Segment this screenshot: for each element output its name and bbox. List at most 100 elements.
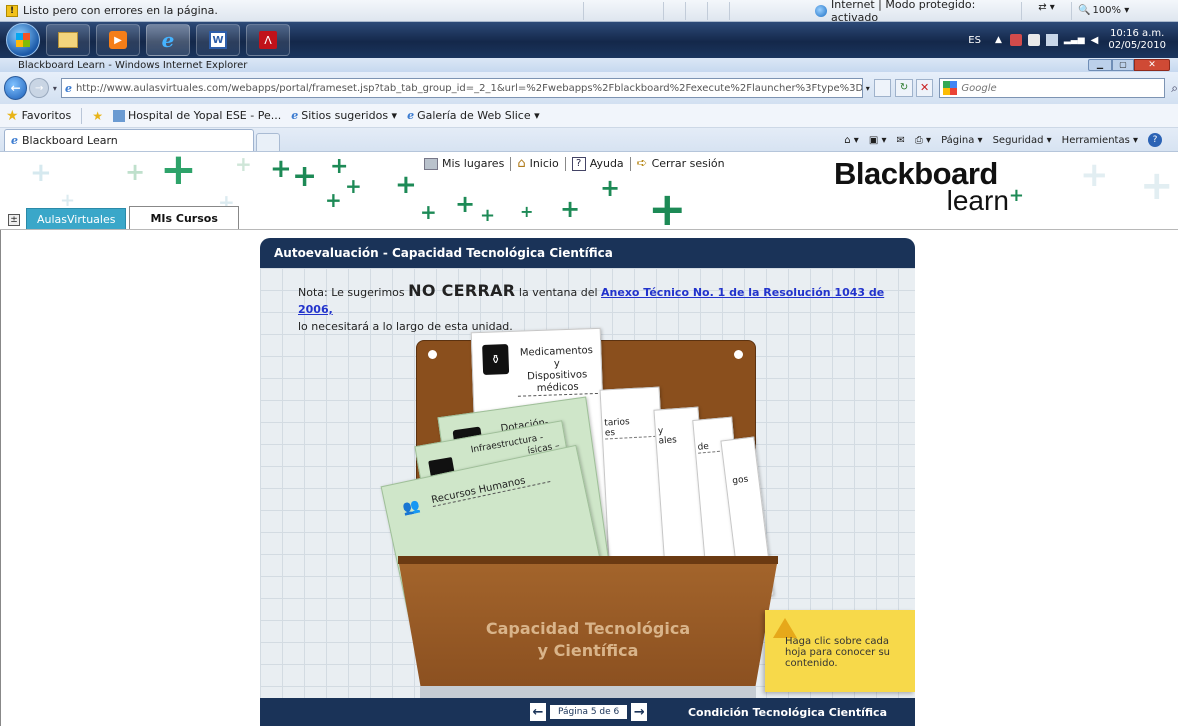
mail-icon[interactable]: ✉: [896, 135, 904, 146]
media-player-taskbar-button[interactable]: ▶: [96, 24, 140, 56]
network-tray-icon[interactable]: [1045, 34, 1058, 46]
home-link[interactable]: ⌂ Inicio: [517, 156, 558, 171]
status-bar: ! Listo pero con errores en la página. I…: [0, 0, 1178, 24]
forward-button[interactable]: →: [29, 78, 49, 98]
tab-aulasvirtuales[interactable]: AulasVirtuales: [26, 208, 127, 229]
help-link[interactable]: ? Ayuda: [571, 156, 624, 171]
command-bar: ⌂ ▾ ▣ ▾ ✉ ⎙ ▾ Página ▾ Seguridad ▾ Herra…: [844, 129, 1178, 151]
tip-text: Haga clic sobre cada hoja para conocer s…: [785, 636, 890, 669]
new-tab-button[interactable]: [256, 133, 280, 151]
search-icon[interactable]: ⌕: [1171, 81, 1178, 96]
favorite-label: Galería de Web Slice ▾: [417, 109, 540, 122]
maximize-button[interactable]: ▢: [1112, 59, 1134, 71]
status-message[interactable]: Listo pero con errores en la página.: [23, 4, 583, 17]
pin-left-icon: [428, 350, 437, 359]
tab-mis-cursos[interactable]: MIs Cursos: [129, 206, 239, 229]
ie-taskbar-button[interactable]: e: [146, 24, 190, 56]
window-title: Blackboard Learn - Windows Internet Expl…: [18, 59, 248, 71]
zoom-level: 100%: [1092, 5, 1122, 16]
windows-logo-icon: [16, 33, 30, 47]
show-hidden-icons-button[interactable]: ▲: [995, 35, 1002, 45]
decorative-plus-icon: +: [30, 158, 52, 188]
site-icon: [112, 109, 125, 122]
help-icon[interactable]: ?: [1148, 133, 1162, 147]
decorative-plus-icon: +: [235, 152, 252, 176]
link-label: Cerrar sesión: [651, 157, 725, 170]
security-zone[interactable]: Internet | Modo protegido: activado: [831, 0, 1021, 24]
clock[interactable]: 10:16 a.m. 02/05/2010: [1108, 28, 1166, 52]
course-tabs: ± AulasVirtuales MIs Cursos: [0, 206, 239, 229]
decorative-plus-icon: +: [648, 182, 687, 230]
security-menu[interactable]: Seguridad ▾: [993, 135, 1052, 146]
feeds-icon[interactable]: ▣ ▾: [869, 135, 887, 146]
zoom-control[interactable]: 🔍 100% ▾: [1071, 1, 1131, 20]
box-label-line2: y Científica: [537, 641, 639, 660]
my-places-link[interactable]: Mis lugares: [424, 157, 504, 170]
box-rim: [398, 556, 778, 564]
add-to-favorites-icon[interactable]: ★: [92, 109, 103, 123]
decorative-plus-icon: +: [420, 200, 437, 224]
favorite-link-suggested-sites[interactable]: e Sitios sugeridos ▾: [291, 109, 397, 122]
link-label: Ayuda: [589, 157, 624, 170]
action-center-flag-icon[interactable]: [1027, 34, 1040, 46]
explorer-taskbar-button[interactable]: [46, 24, 90, 56]
tip-note: Haga clic sobre cada hoja para conocer s…: [765, 610, 915, 692]
search-field[interactable]: [939, 78, 1166, 98]
stop-icon[interactable]: ✕: [915, 79, 934, 97]
logout-link[interactable]: ➪ Cerrar sesión: [637, 156, 725, 171]
decorative-plus-icon: +: [480, 205, 496, 226]
decorative-plus-icon: +: [520, 202, 534, 221]
expand-icon[interactable]: ±: [8, 214, 20, 226]
blackboard-logo: Blackboard learn+: [834, 158, 1034, 215]
print-icon[interactable]: ⎙ ▾: [915, 135, 931, 146]
warning-icon[interactable]: !: [6, 4, 18, 17]
sheet-label-line1: Medicamentos y: [519, 345, 594, 370]
favorite-link-web-slice[interactable]: e Galería de Web Slice ▾: [407, 109, 540, 122]
address-url: http://www.aulasvirtuales.com/webapps/po…: [75, 82, 863, 94]
favorite-label: Sitios sugeridos ▾: [301, 109, 398, 122]
protected-mode-toggle[interactable]: ⇄ ▾: [1021, 1, 1071, 20]
word-icon: W: [209, 31, 227, 49]
note-emphasis: no cerrar: [408, 281, 516, 300]
volume-icon[interactable]: ◀: [1091, 35, 1099, 46]
page-icon: e: [64, 81, 72, 95]
pdf-icon: ᐱ: [259, 31, 277, 49]
next-page-button[interactable]: →: [631, 703, 648, 721]
home-icon[interactable]: ⌂ ▾: [844, 135, 859, 146]
tools-menu[interactable]: Herramientas ▾: [1062, 135, 1138, 146]
prev-page-button[interactable]: ←: [530, 703, 546, 721]
search-input[interactable]: [961, 82, 1152, 94]
bb-top-links: Mis lugares ⌂ Inicio ? Ayuda ➪ Cerrar sesió…: [424, 156, 725, 171]
back-button[interactable]: ←: [4, 76, 28, 100]
signal-icon[interactable]: ▂▃▅: [1064, 35, 1085, 45]
decorative-plus-icon: +: [270, 154, 292, 184]
page-menu[interactable]: Página ▾: [941, 135, 983, 146]
sheet-label-line2: Dispositivos médicos: [527, 369, 588, 395]
address-field[interactable]: e http://www.aulasvirtuales.com/webapps/…: [60, 78, 863, 98]
taskbar: ▶ e W ᐱ ES ▲ ▂▃▅ ◀ 10:16 a.m. 02/05/2010: [0, 22, 1178, 58]
word-taskbar-button[interactable]: W: [196, 24, 240, 56]
tray-icon-app[interactable]: [1009, 34, 1022, 46]
favorites-button[interactable]: ★ Favoritos: [6, 108, 71, 124]
start-button[interactable]: [6, 23, 40, 57]
history-dropdown-icon[interactable]: ▾: [53, 84, 57, 93]
blackboard-header: + + + + + + + + + + + + + + + + + + + + …: [0, 152, 1178, 230]
tab-favicon: e: [11, 134, 18, 147]
decorative-plus-icon: +: [455, 190, 476, 218]
browser-tab-active[interactable]: e Blackboard Learn: [4, 129, 254, 151]
close-window-button[interactable]: ✕: [1134, 59, 1170, 71]
acrobat-taskbar-button[interactable]: ᐱ: [246, 24, 290, 56]
language-indicator[interactable]: ES: [968, 35, 981, 46]
favorite-link-hospital[interactable]: Hospital de Yopal ESE - Pe...: [112, 109, 281, 122]
star-icon: ★: [6, 107, 19, 124]
decorative-plus-icon: +: [160, 152, 197, 195]
compatibility-view-icon[interactable]: [873, 79, 892, 97]
minimize-button[interactable]: ▁: [1088, 59, 1112, 71]
address-dropdown-icon[interactable]: ▾: [866, 84, 870, 93]
refresh-icon[interactable]: ↻: [895, 79, 913, 97]
my-places-icon: [424, 157, 438, 170]
sheet-label: es: [604, 425, 662, 440]
panel-grid-area: Nota: Le sugerimos no cerrar la ventana …: [260, 268, 915, 698]
decorative-plus-icon: +: [600, 174, 621, 202]
note-middle: la ventana del: [515, 286, 602, 299]
